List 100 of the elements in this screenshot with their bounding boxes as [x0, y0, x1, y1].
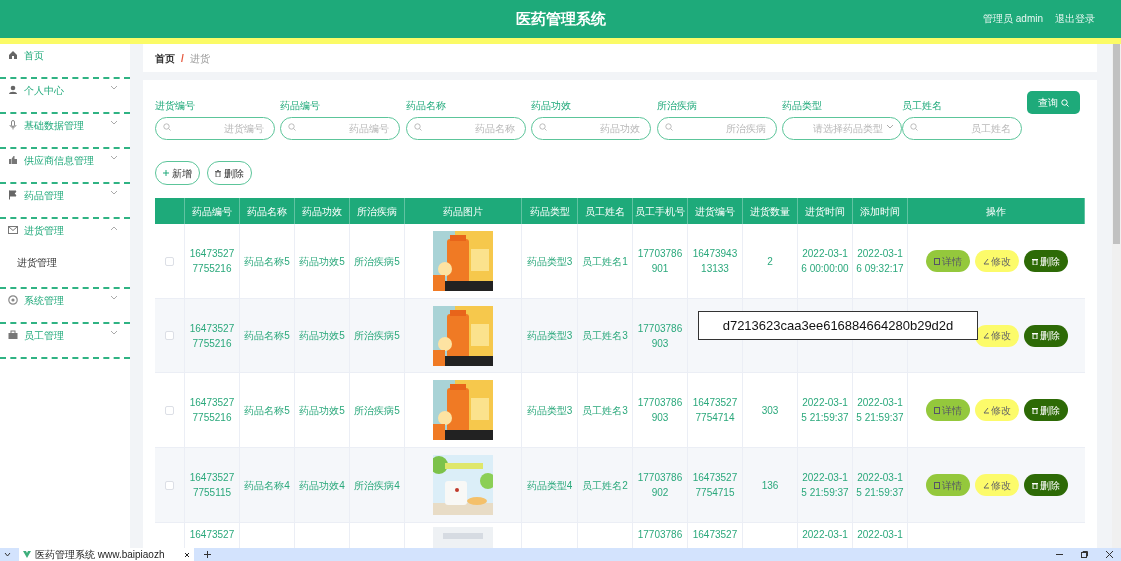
trash-icon	[1031, 406, 1038, 414]
pencil-icon	[982, 481, 989, 489]
table-cell-text: 17703786903	[636, 396, 684, 425]
table-cell-text: 164735277755216	[188, 321, 236, 351]
edit-button[interactable]: 修改	[974, 399, 1019, 421]
breadcrumb-item[interactable]: 首页	[155, 50, 175, 66]
search-icon	[288, 123, 296, 131]
search-field[interactable]: 所治疾病	[657, 117, 777, 140]
user-label: 管理员 admin	[983, 12, 1043, 26]
sidebar-label: 基础数据管理	[24, 119, 85, 133]
column-header: 药品名称	[247, 204, 287, 219]
field-label: 药品功效	[531, 99, 572, 111]
table-cell-text: 2022-03-15 21:59:37	[801, 396, 849, 425]
logout-link[interactable]: 退出登录	[1055, 11, 1095, 26]
table-cell-text: 药品功效5	[299, 403, 345, 418]
checkbox[interactable]	[165, 331, 174, 340]
edit-button[interactable]: 修改	[974, 474, 1019, 496]
restore-icon	[1081, 551, 1088, 558]
circle-icon	[8, 295, 18, 305]
table-cell-text: 药品名称5	[244, 403, 290, 418]
delete-button[interactable]: 删除	[1023, 250, 1068, 272]
table-cell-text: 药品功效5	[299, 254, 345, 269]
search-icon	[414, 123, 422, 131]
detail-button[interactable]: 详情	[925, 474, 970, 496]
table-cell-text: 所治疾病5	[354, 403, 400, 418]
table-cell-text: 药品类型4	[526, 478, 573, 493]
table-cell-text: 16473527	[189, 528, 235, 542]
search-icon	[163, 123, 171, 131]
sidebar-item[interactable]: 首页	[0, 44, 130, 77]
checkbox[interactable]	[165, 405, 174, 415]
document-icon	[933, 257, 940, 265]
sidebar-item[interactable]: 基础数据管理	[0, 114, 130, 147]
table-cell-text: 164735277755216	[188, 247, 236, 276]
table-cell-text: 16473527	[692, 528, 738, 542]
column-header: 进货编号	[695, 204, 735, 219]
table-cell-text: 2	[767, 254, 773, 269]
sidebar-item[interactable]: 供应商信息管理	[0, 149, 130, 182]
query-button[interactable]: 查询	[1027, 91, 1080, 114]
table-cell-text: 164735277754714	[691, 396, 739, 425]
trash-icon	[1031, 332, 1038, 339]
field-label: 员工姓名	[902, 99, 943, 111]
search-field[interactable]: 员工姓名	[902, 117, 1022, 140]
sidebar-item[interactable]: 进货管理	[0, 219, 130, 252]
delete-button[interactable]: 删除	[1023, 474, 1068, 496]
column-header: 所治疾病	[357, 204, 397, 219]
search-field[interactable]: 进货编号	[155, 117, 275, 140]
sidebar-item[interactable]: 药品管理	[0, 184, 130, 217]
column-header: 操作	[986, 204, 1006, 219]
briefcase-icon	[8, 330, 18, 340]
pencil-icon	[982, 332, 989, 339]
field-label: 药品类型	[782, 99, 823, 111]
delete-button[interactable]: 删除	[207, 161, 252, 185]
table-cell-text: 药品类型3	[526, 403, 573, 418]
table-cell-text: 药品名称5	[244, 254, 290, 269]
envelope-icon	[8, 225, 18, 235]
table-cell-text: 164735277755216	[188, 396, 236, 425]
plus-icon	[163, 170, 169, 176]
table-cell-text: 164735277754715	[691, 471, 739, 500]
checkbox[interactable]	[165, 256, 174, 266]
delete-button[interactable]: 删除	[1023, 399, 1068, 421]
table-cell-text: 17703786	[637, 528, 683, 542]
column-header: 添加时间	[860, 204, 900, 219]
sidebar-item[interactable]: 个人中心	[0, 79, 130, 112]
delete-button[interactable]: 删除	[1023, 324, 1068, 347]
microphone-icon	[8, 120, 18, 130]
search-icon	[539, 123, 547, 131]
table-cell-text: 药品功效4	[299, 478, 345, 493]
table-cell-text: 2022-03-15 21:59:37	[801, 471, 849, 500]
browser-tab[interactable]: 医药管理系统 www.baipiaozh	[19, 548, 194, 561]
document-icon	[933, 481, 940, 489]
table-cell-text: 员工姓名3	[582, 329, 628, 343]
edit-button[interactable]: 修改	[974, 250, 1019, 272]
breadcrumb-separator: /	[181, 51, 184, 66]
table-cell-text: 2022-03-15 21:59:37	[856, 471, 904, 500]
close-icon	[1106, 551, 1113, 558]
breadcrumb-item[interactable]: 进货	[189, 50, 210, 66]
sidebar-item[interactable]: 系统管理	[0, 289, 130, 322]
detail-button[interactable]: 详情	[925, 250, 970, 272]
edit-button[interactable]: 修改	[974, 324, 1019, 347]
submenu-item[interactable]: 进货管理	[0, 255, 130, 275]
table-cell-text: 2022-03-16 09:32:17	[856, 247, 904, 276]
table-cell-text: 药品名称5	[244, 329, 290, 343]
minimize-icon	[1056, 551, 1063, 558]
table-cell-text: 所治疾病5	[354, 254, 400, 269]
scrollbar-thumb[interactable]	[1113, 44, 1120, 244]
table-cell-text: 员工姓名3	[582, 403, 628, 418]
table-cell-text: 所治疾病5	[354, 329, 400, 343]
table-cell-text: 员工姓名2	[582, 478, 628, 493]
detail-button[interactable]: 详情	[925, 399, 970, 421]
checkbox[interactable]	[165, 480, 174, 490]
sidebar-item[interactable]: 员工管理	[0, 324, 130, 357]
tab-title: 医药管理系统 www.baipiaozh	[35, 548, 166, 561]
table-cell-text: 1647394313133	[691, 247, 739, 276]
field-label: 药品名称	[406, 99, 447, 111]
add-button[interactable]: 新增	[155, 161, 200, 185]
app-title: 医药管理系统	[515, 8, 606, 29]
flag-icon	[8, 190, 18, 200]
search-icon	[1061, 98, 1069, 107]
table-cell-text: 药品类型3	[526, 329, 573, 343]
close-icon	[184, 551, 190, 558]
